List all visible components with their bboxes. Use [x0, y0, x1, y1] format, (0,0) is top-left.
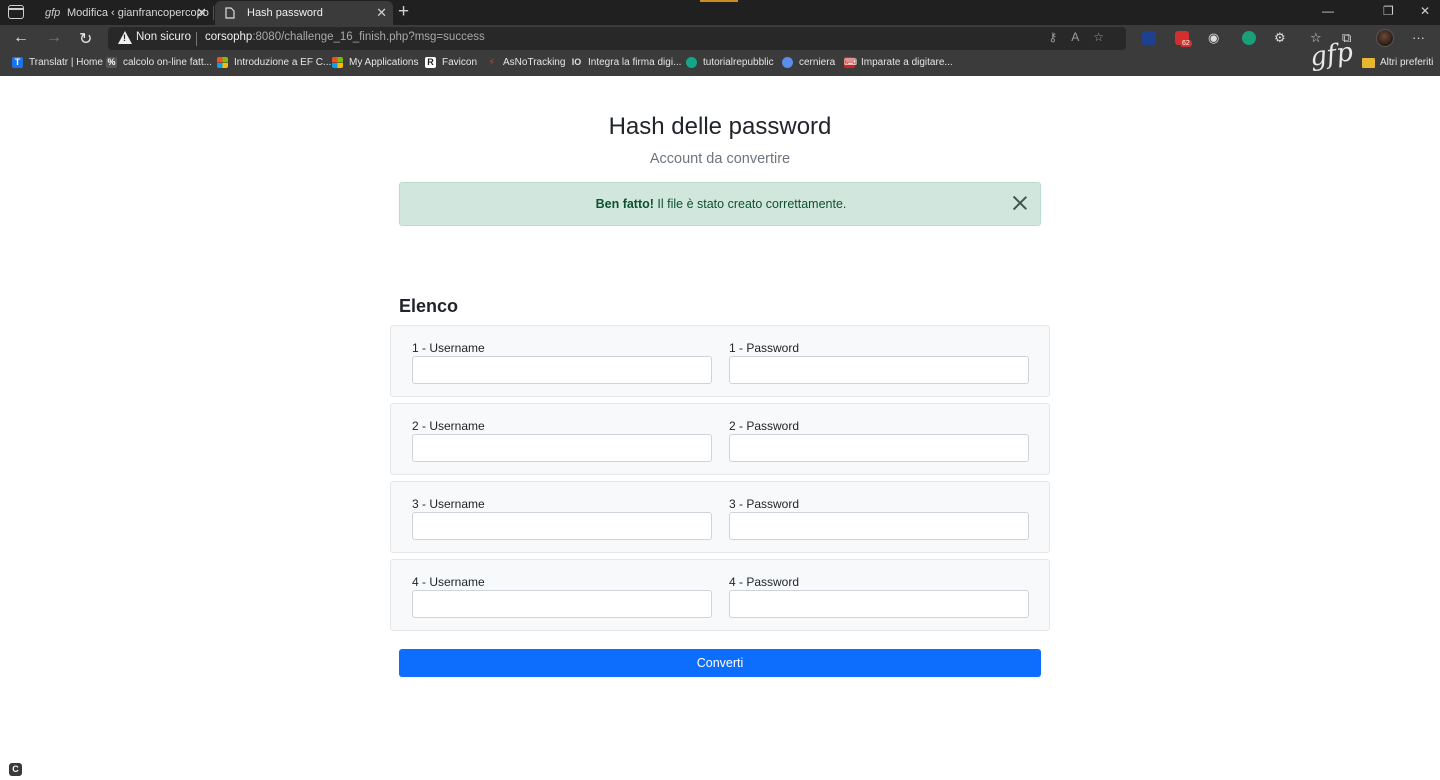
window-close-icon[interactable]: ✕ [1420, 4, 1430, 18]
section-title: Elenco [399, 296, 459, 316]
extension-green-icon[interactable] [1242, 31, 1256, 45]
username-input-3[interactable] [412, 512, 712, 540]
password-label: 2 - Password [729, 419, 800, 433]
success-alert: Ben fatto! Il file è stato creato corret… [399, 182, 1041, 226]
restore-icon[interactable]: ❐ [1383, 4, 1394, 18]
password-input-2[interactable] [729, 434, 1029, 462]
extensions-icon[interactable]: ⚙ [1274, 30, 1286, 46]
account-card-2: 2 - Username 2 - Password [390, 403, 1050, 475]
password-group: 3 - Password [729, 497, 1029, 540]
bolt-icon: ⚡ [488, 57, 495, 67]
typing-icon: ⌨ [844, 57, 857, 68]
divider [196, 32, 197, 46]
username-group: 1 - Username [412, 341, 712, 384]
refresh-icon[interactable]: ↻ [79, 29, 92, 49]
password-group: 4 - Password [729, 575, 1029, 618]
bookmark-favicon[interactable]: R Favicon [425, 57, 477, 68]
password-input-4[interactable] [729, 590, 1029, 618]
password-label: 4 - Password [729, 575, 800, 589]
username-label: 4 - Username [412, 575, 485, 589]
microsoft-icon [217, 57, 228, 68]
io-icon: IO [571, 57, 582, 67]
gfp-logo-icon: gfp [45, 7, 61, 19]
back-icon[interactable]: ← [13, 29, 29, 47]
favorite-add-icon[interactable]: ☆ [1093, 30, 1118, 44]
tab-title: Hash password [247, 7, 323, 19]
username-label: 3 - Username [412, 497, 485, 511]
alert-text: Il file è stato creato correttamente. [653, 197, 847, 211]
security-label[interactable]: Non sicuro [136, 31, 191, 43]
username-group: 3 - Username [412, 497, 712, 540]
password-input-1[interactable] [729, 356, 1029, 384]
extension-badge: 62 [1180, 40, 1192, 47]
username-group: 2 - Username [412, 419, 712, 462]
bookmark-introduzione-ef[interactable]: Introduzione a EF C... [217, 57, 331, 68]
new-tab-icon[interactable]: + [398, 1, 409, 23]
alert-message: Ben fatto! Il file è stato creato corret… [400, 197, 1042, 211]
avatar[interactable] [1376, 29, 1394, 47]
password-group: 2 - Password [729, 419, 1029, 462]
url-host: corsophp [205, 31, 253, 43]
bookmark-tutorialrepubblic[interactable]: tutorialrepubblic [686, 57, 774, 68]
converti-button[interactable]: Converti [399, 649, 1041, 677]
close-icon[interactable] [1012, 195, 1028, 211]
page-title: Hash delle password [608, 113, 832, 140]
warning-icon[interactable] [118, 31, 132, 44]
tab-actions-icon[interactable] [8, 5, 24, 19]
corner-app-icon[interactable]: C [9, 763, 22, 776]
username-label: 2 - Username [412, 419, 485, 433]
key-icon[interactable]: ⚷ [1048, 30, 1071, 44]
camera-icon[interactable]: ◉ [1208, 30, 1219, 46]
window-accent [700, 0, 738, 2]
favicon-r-icon: R [425, 57, 436, 68]
bookmark-calcolo[interactable]: % calcolo on-line fatt... [106, 57, 212, 68]
bookmark-imparate-digitare[interactable]: ⌨ Imparate a digitare... [844, 57, 953, 68]
bookmark-firma-digitale[interactable]: IO Integra la firma digi... [571, 57, 682, 68]
tab-hash-password[interactable]: Hash password ✕ [215, 1, 393, 25]
url-path: :8080/challenge_16_finish.php?msg=succes… [252, 31, 485, 43]
address-bar[interactable]: Non sicuro corsophp:8080/challenge_16_fi… [108, 27, 1126, 50]
account-card-1: 1 - Username 1 - Password [390, 325, 1050, 397]
microsoft-icon [332, 57, 343, 68]
gfp-signature-logo: gfp [1308, 37, 1355, 73]
globe-icon [782, 57, 793, 68]
bookmark-my-applications[interactable]: My Applications [332, 57, 418, 68]
username-input-1[interactable] [412, 356, 712, 384]
browser-toolbar: ← → ↻ Non sicuro corsophp:8080/challenge… [0, 25, 1440, 52]
minimize-icon[interactable]: — [1322, 4, 1334, 18]
translatr-icon: T [12, 57, 23, 68]
password-label: 3 - Password [729, 497, 800, 511]
tab-modifica[interactable]: gfp Modifica ‹ gianfrancopercopo ✕ [35, 1, 214, 25]
alert-strong: Ben fatto! [595, 197, 654, 211]
close-icon[interactable]: ✕ [196, 5, 207, 21]
account-card-3: 3 - Username 3 - Password [390, 481, 1050, 553]
password-label: 1 - Password [729, 341, 800, 355]
forward-icon[interactable]: → [46, 29, 62, 47]
bookmark-cerniera[interactable]: cerniera [782, 57, 835, 68]
password-input-3[interactable] [729, 512, 1029, 540]
page-subtitle: Account da convertire [649, 151, 791, 167]
folder-icon [1362, 57, 1375, 68]
close-icon[interactable]: ✕ [376, 5, 387, 21]
tutorial-icon [686, 57, 697, 68]
more-icon[interactable]: ··· [1412, 30, 1425, 45]
page-icon [225, 7, 239, 19]
address-actions: ⚷A☆ [1048, 30, 1118, 44]
read-aloud-icon[interactable]: A [1071, 30, 1093, 44]
bookmark-asnotracking[interactable]: ⚡ AsNoTracking [486, 57, 565, 68]
tab-title: Modifica ‹ gianfrancopercopo [67, 7, 209, 19]
extension-blue-icon[interactable] [1142, 31, 1156, 45]
username-label: 1 - Username [412, 341, 485, 355]
calculator-icon: % [106, 57, 117, 68]
other-favorites[interactable]: Altri preferiti [1362, 57, 1433, 68]
username-group: 4 - Username [412, 575, 712, 618]
tab-strip: gfp Modifica ‹ gianfrancopercopo ✕ Hash … [0, 0, 1440, 25]
password-group: 1 - Password [729, 341, 1029, 384]
url-text[interactable]: corsophp:8080/challenge_16_finish.php?ms… [205, 31, 485, 43]
account-card-4: 4 - Username 4 - Password [390, 559, 1050, 631]
bookmark-translatr[interactable]: T Translatr | Home [12, 57, 103, 68]
username-input-2[interactable] [412, 434, 712, 462]
username-input-4[interactable] [412, 590, 712, 618]
bookmarks-bar: T Translatr | Home % calcolo on-line fatt.… [0, 52, 1440, 76]
